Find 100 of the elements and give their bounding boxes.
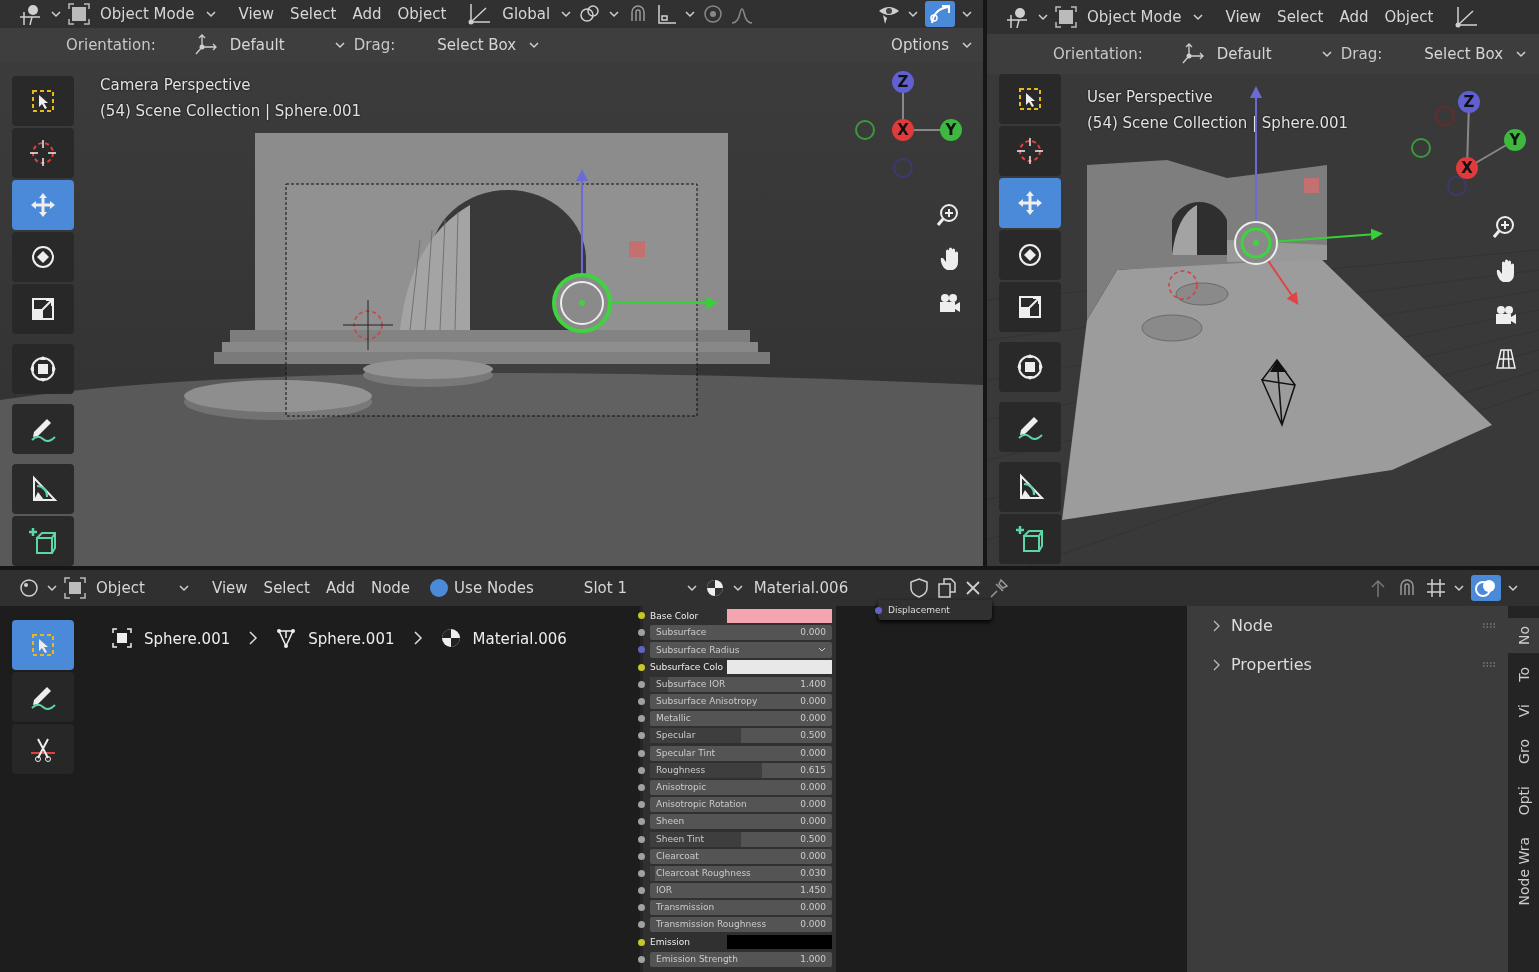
- vector-dropdown[interactable]: Subsurface Radius: [650, 641, 832, 658]
- value-slider[interactable]: Transmission 0.000: [650, 900, 832, 916]
- socket-dot[interactable]: [638, 766, 645, 774]
- value-slider[interactable]: Specular 0.500: [650, 728, 832, 744]
- caret-icon[interactable]: [1191, 12, 1204, 22]
- snap-grid-icon[interactable]: [1425, 577, 1447, 599]
- breadcrumb-item[interactable]: Sphere.001: [308, 628, 395, 650]
- caret-icon[interactable]: [907, 9, 919, 20]
- axes-icon[interactable]: [1453, 5, 1480, 29]
- value-slider[interactable]: Clearcoat Roughness 0.030: [650, 865, 832, 881]
- caret-icon[interactable]: [1507, 583, 1519, 593]
- socket-dot[interactable]: [638, 955, 645, 963]
- drag-dropdown[interactable]: Select Box: [1420, 43, 1508, 65]
- pin-icon[interactable]: [988, 577, 1011, 599]
- output-node[interactable]: Displacement: [878, 600, 992, 620]
- socket-dot[interactable]: [638, 869, 645, 877]
- menu-item[interactable]: Add: [321, 577, 359, 599]
- socket-dot[interactable]: [638, 680, 645, 688]
- value-slider[interactable]: Roughness 0.615: [650, 762, 832, 778]
- slot-dropdown[interactable]: Slot 1: [579, 577, 680, 599]
- options-dropdown[interactable]: Options: [887, 34, 953, 57]
- menu-item[interactable]: Add: [348, 3, 386, 26]
- caret-icon[interactable]: [204, 9, 217, 20]
- caret-icon[interactable]: [608, 9, 621, 20]
- value-slider[interactable]: Transmission Roughness 0.000: [650, 917, 832, 933]
- caret-icon[interactable]: [560, 9, 573, 20]
- caret-icon[interactable]: [528, 40, 541, 51]
- drag-handle-icon[interactable]: [1482, 622, 1498, 629]
- caret-icon[interactable]: [684, 9, 697, 20]
- caret-icon[interactable]: [1320, 49, 1333, 59]
- navigation-gizmo-drawing[interactable]: [855, 71, 962, 178]
- color-swatch[interactable]: [727, 660, 832, 675]
- value-slider[interactable]: Metallic 0.000: [650, 711, 832, 727]
- drag-dropdown[interactable]: Select Box: [433, 34, 521, 57]
- menu-item[interactable]: View: [234, 3, 279, 26]
- value-slider[interactable]: Subsurface IOR 1.400: [650, 676, 832, 692]
- caret-icon[interactable]: [333, 40, 346, 51]
- value-slider[interactable]: Clearcoat 0.000: [650, 848, 832, 864]
- use-nodes-checkbox[interactable]: Use Nodes: [430, 579, 534, 597]
- editor-type-icon[interactable]: [18, 577, 40, 599]
- transform-icon[interactable]: [1015, 352, 1045, 382]
- caret-icon[interactable]: [731, 583, 744, 593]
- transform-orientation-icon[interactable]: [1180, 42, 1205, 66]
- proportional-icon[interactable]: [702, 3, 725, 26]
- socket-dot[interactable]: [638, 887, 645, 895]
- socket-dot[interactable]: [638, 646, 645, 654]
- add-cube-icon[interactable]: [28, 526, 58, 556]
- value-slider[interactable]: Subsurface Anisotropy 0.000: [650, 694, 832, 710]
- socket-dot[interactable]: [638, 852, 645, 860]
- socket-dot[interactable]: [875, 606, 882, 614]
- transform-tool[interactable]: [12, 344, 74, 394]
- caret-icon[interactable]: [1515, 49, 1528, 59]
- value-slider[interactable]: Specular Tint 0.000: [650, 745, 832, 761]
- add-cube-icon[interactable]: [1015, 524, 1045, 554]
- snap-icon[interactable]: [656, 3, 679, 26]
- mode-dropdown[interactable]: Object Mode: [96, 3, 199, 26]
- socket-dot[interactable]: [638, 818, 645, 826]
- cut-links-tool[interactable]: [12, 724, 74, 774]
- panel-header[interactable]: Properties: [1211, 655, 1498, 674]
- mode-dropdown[interactable]: Object Mode: [1083, 6, 1186, 28]
- material-sphere-icon[interactable]: [440, 628, 463, 650]
- transform-icon[interactable]: [28, 354, 58, 384]
- transform-tool[interactable]: [999, 342, 1061, 392]
- node-panel[interactable]: [640, 606, 836, 972]
- caret-icon[interactable]: [818, 646, 826, 653]
- duplicate-icon[interactable]: [936, 577, 959, 599]
- caret-icon[interactable]: [46, 583, 58, 593]
- annotate-tool[interactable]: [999, 402, 1061, 452]
- crosshair-icon[interactable]: [28, 138, 58, 168]
- crosshair-icon[interactable]: [1015, 136, 1045, 166]
- menu-item[interactable]: Select: [259, 577, 314, 599]
- rotate-tool[interactable]: [12, 232, 74, 282]
- sidebar-tab[interactable]: Vi: [1508, 695, 1539, 725]
- object-icon[interactable]: [64, 577, 86, 599]
- annotate-tool[interactable]: [12, 672, 74, 722]
- socket-dot[interactable]: [638, 801, 645, 809]
- socket-dot[interactable]: [638, 921, 645, 929]
- grid-icon[interactable]: [1493, 346, 1519, 372]
- socket-dot[interactable]: [638, 749, 645, 757]
- menu-item[interactable]: Node: [366, 577, 415, 599]
- socket-dot[interactable]: [638, 783, 645, 791]
- value-slider[interactable]: Anisotropic 0.000: [650, 779, 832, 795]
- socket-dot[interactable]: [638, 715, 645, 723]
- sidebar-tab[interactable]: Node Wra: [1508, 829, 1539, 914]
- socket-dot[interactable]: [638, 904, 645, 912]
- socket-dot[interactable]: [638, 612, 645, 620]
- menu-item[interactable]: Select: [286, 3, 341, 26]
- material-name-field[interactable]: Material.006: [749, 577, 853, 599]
- breadcrumb-item[interactable]: Sphere.001: [144, 628, 231, 650]
- socket-dot[interactable]: [638, 698, 645, 706]
- menu-item[interactable]: Object: [1380, 6, 1438, 28]
- orientation-default-dropdown[interactable]: Default: [225, 34, 326, 57]
- orientation-dropdown[interactable]: Global: [498, 3, 555, 26]
- drag-handle-icon[interactable]: [1482, 661, 1498, 668]
- sidebar-tab[interactable]: To: [1508, 659, 1539, 690]
- socket-dot[interactable]: [638, 663, 645, 671]
- socket-dot[interactable]: [638, 835, 645, 843]
- sidebar-tab[interactable]: Opti: [1508, 777, 1539, 824]
- cursor-tool[interactable]: [12, 128, 74, 178]
- navigation-gizmo-drawing[interactable]: [1411, 91, 1526, 196]
